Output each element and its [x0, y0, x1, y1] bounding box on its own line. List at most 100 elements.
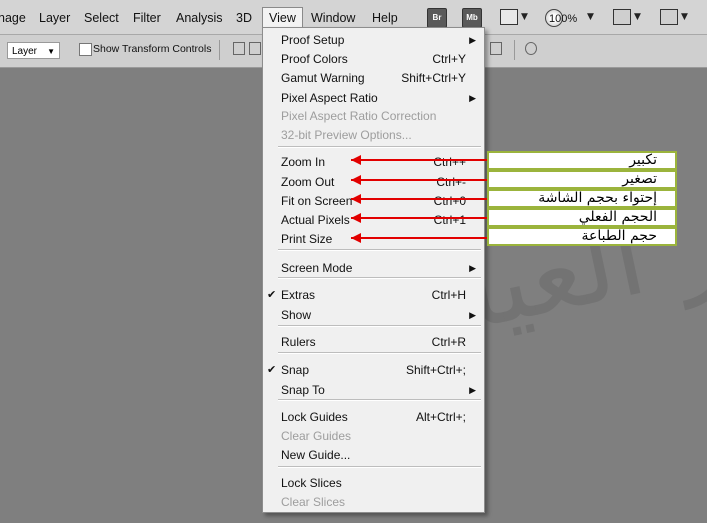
guides-dropdown-icon[interactable]: ▼ — [521, 12, 528, 22]
menu-item-snap-to[interactable]: Snap To ▶ — [263, 381, 484, 399]
arrange-dropdown-icon[interactable]: ▼ — [634, 12, 641, 22]
arrowhead-icon — [351, 194, 361, 204]
menu-item-label: Pixel Aspect Ratio Correction — [281, 109, 437, 123]
menu-item-shortcut: Ctrl+0 — [433, 194, 466, 208]
menu-item-label: Proof Setup — [281, 33, 345, 47]
show-transform-label: Show Transform Controls — [93, 43, 212, 55]
align-vertical-center-icon[interactable] — [249, 42, 261, 55]
menu-separator — [278, 466, 481, 468]
menu-item-new-guide[interactable]: New Guide... — [263, 446, 484, 464]
menu-item-label: Snap To — [281, 383, 325, 397]
menu-item-label: Show — [281, 308, 312, 322]
submenu-arrow-icon: ▶ — [469, 385, 476, 395]
menu-separator — [278, 249, 481, 251]
menu-item-snap[interactable]: ✔ Snap Shift+Ctrl+; — [263, 361, 484, 379]
submenu-arrow-icon: ▶ — [469, 263, 476, 273]
menu-item-label: Lock Slices — [281, 476, 342, 490]
arrange-documents-icon[interactable] — [613, 9, 631, 25]
screen-mode-icon[interactable] — [660, 9, 678, 25]
arrow-actual-pixels — [351, 217, 487, 219]
menu-select[interactable]: Select — [84, 9, 119, 27]
menu-item-proof-colors[interactable]: Proof Colors Ctrl+Y — [263, 50, 484, 68]
menu-view[interactable]: View — [262, 7, 303, 28]
menu-item-label: Print Size — [281, 232, 333, 246]
annotation-fit-on-screen: إحتواء بحجم الشاشة — [487, 189, 677, 208]
menu-item-rulers[interactable]: Rulers Ctrl+R — [263, 333, 484, 351]
menu-item-shortcut: Ctrl+- — [436, 175, 466, 189]
menu-item-label: Fit on Screen — [281, 194, 353, 208]
auto-align-layers-icon[interactable] — [525, 42, 537, 55]
arrowhead-icon — [351, 233, 361, 243]
screen-mode-dropdown-icon[interactable]: ▼ — [681, 12, 688, 22]
annotation-print-size: حجم الطباعة — [487, 227, 677, 246]
menu-item-shortcut: Ctrl+R — [431, 335, 466, 349]
toolbar-divider — [219, 40, 220, 60]
menu-item-label: 32-bit Preview Options... — [281, 128, 412, 142]
menu-item-lock-guides[interactable]: Lock Guides Alt+Ctrl+; — [263, 408, 484, 426]
menu-item-label: Zoom Out — [281, 175, 335, 189]
zoom-level[interactable]: 100% — [549, 10, 577, 28]
chevron-down-icon: ▼ — [47, 47, 55, 56]
menu-item-shortcut: Alt+Ctrl+; — [415, 410, 466, 424]
menu-separator — [278, 352, 481, 354]
menu-item-zoom-in[interactable]: Zoom In Ctrl++ — [263, 153, 484, 171]
menu-item-zoom-out[interactable]: Zoom Out Ctrl+- — [263, 173, 484, 191]
menu-item-extras[interactable]: ✔ Extras Ctrl+H — [263, 286, 484, 304]
auto-select-layer-select[interactable]: Layer ▼ — [7, 42, 60, 59]
menu-item-label: Clear Guides — [281, 429, 352, 443]
arrowhead-icon — [351, 175, 361, 185]
menu-item-clear-guides: Clear Guides — [263, 427, 484, 445]
submenu-arrow-icon: ▶ — [469, 310, 476, 320]
menu-item-shortcut: Ctrl+1 — [433, 213, 466, 227]
menu-item-show[interactable]: Show ▶ — [263, 306, 484, 324]
menu-item-shortcut: Ctrl+Y — [432, 52, 466, 66]
menu-analysis[interactable]: Analysis — [176, 9, 223, 27]
arrow-zoom-out — [351, 179, 487, 181]
menu-item-label: Lock Guides — [281, 410, 348, 424]
align-top-icon[interactable] — [233, 42, 245, 55]
annotation-zoom-in: تكبير — [487, 151, 677, 170]
menu-layer[interactable]: Layer — [39, 9, 70, 27]
menu-item-label: Pixel Aspect Ratio — [281, 91, 378, 105]
arrow-zoom-in — [351, 159, 487, 161]
toolbar-divider — [514, 40, 515, 60]
minibridge-button[interactable]: Mb — [462, 8, 482, 28]
menu-separator — [278, 399, 481, 401]
menu-item-proof-setup[interactable]: Proof Setup ▶ — [263, 31, 484, 49]
menu-item-fit-on-screen[interactable]: Fit on Screen Ctrl+0 — [263, 192, 484, 210]
checkmark-icon: ✔ — [267, 289, 277, 301]
menu-item-label: New Guide... — [281, 448, 351, 462]
menu-item-label: Screen Mode — [281, 261, 353, 275]
menu-separator — [278, 325, 481, 327]
submenu-arrow-icon: ▶ — [469, 35, 476, 45]
menu-item-label: Rulers — [281, 335, 316, 349]
menu-item-actual-pixels[interactable]: Actual Pixels Ctrl+1 — [263, 211, 484, 229]
menu-separator — [278, 277, 481, 279]
menu-item-print-size[interactable]: Print Size — [263, 230, 484, 248]
menu-item-screen-mode[interactable]: Screen Mode ▶ — [263, 259, 484, 277]
show-transform-checkbox[interactable] — [79, 43, 92, 56]
menu-item-pixel-aspect-ratio[interactable]: Pixel Aspect Ratio ▶ — [263, 89, 484, 107]
menu-item-label: Proof Colors — [281, 52, 348, 66]
menu-item-gamut-warning[interactable]: Gamut Warning Shift+Ctrl+Y — [263, 69, 484, 87]
menu-item-label: Extras — [281, 288, 316, 302]
menu-item-shortcut: Ctrl+H — [431, 288, 466, 302]
menu-help[interactable]: Help — [372, 9, 398, 27]
zoom-dropdown-icon[interactable]: ▼ — [587, 12, 594, 22]
menu-item-label: Clear Slices — [281, 495, 346, 509]
menu-3d[interactable]: 3D — [236, 9, 252, 27]
menu-item-label: Gamut Warning — [281, 71, 365, 85]
menu-image[interactable]: nage — [0, 9, 26, 27]
menu-separator — [278, 146, 481, 148]
menu-item-pixel-aspect-ratio-correction: Pixel Aspect Ratio Correction — [263, 107, 484, 125]
bridge-button[interactable]: Br — [427, 8, 447, 28]
menu-item-label: Snap — [281, 363, 310, 377]
menu-item-lock-slices[interactable]: Lock Slices — [263, 474, 484, 492]
menu-item-shortcut: Shift+Ctrl+Y — [401, 71, 466, 85]
menu-filter[interactable]: Filter — [133, 9, 161, 27]
menu-item-label: Zoom In — [281, 155, 326, 169]
distribute-icon[interactable] — [490, 42, 502, 55]
menu-window[interactable]: Window — [311, 9, 355, 27]
guides-grid-icon[interactable] — [500, 9, 518, 25]
menu-item-shortcut: Shift+Ctrl+; — [405, 363, 466, 377]
